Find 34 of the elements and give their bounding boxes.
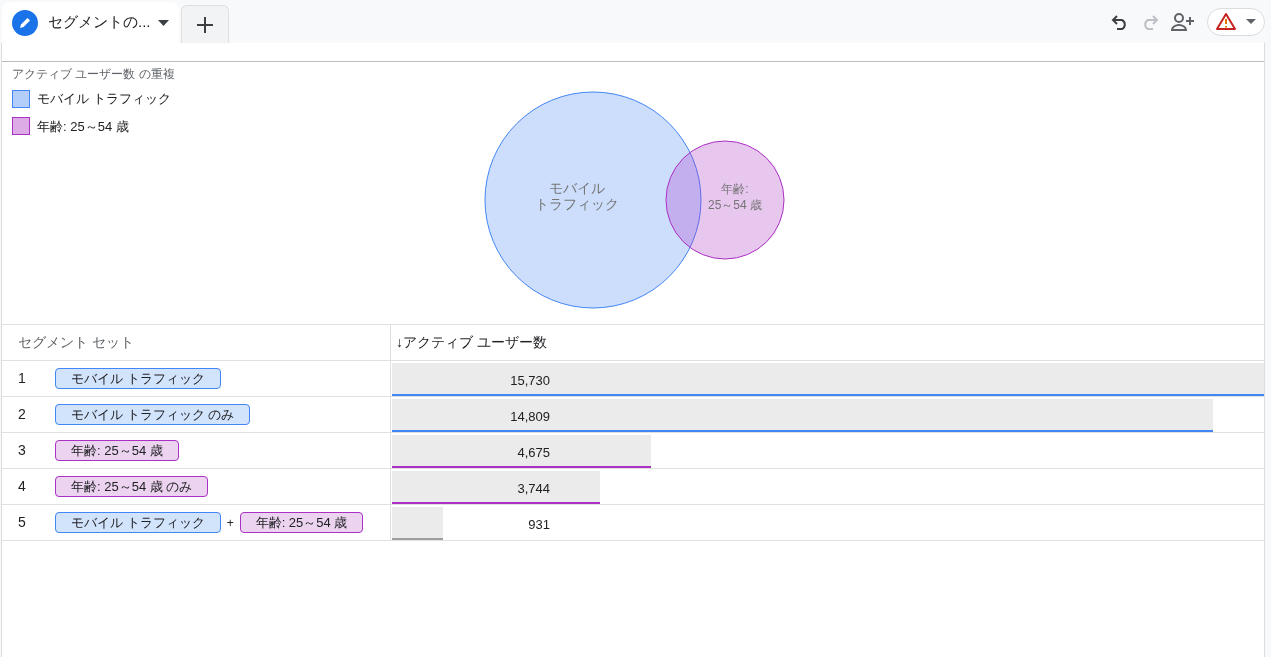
segment-chip: 年齢: 25～54 歳 のみ	[55, 476, 209, 497]
row-number: 4	[18, 477, 27, 496]
pencil-icon	[12, 9, 38, 36]
warning-icon	[1216, 13, 1236, 30]
column-header: セグメント セット	[18, 333, 134, 352]
caret-icon	[1246, 18, 1256, 25]
legend-label: 年齢: 25～54 歳	[37, 117, 129, 136]
add-user-icon[interactable]	[1171, 12, 1195, 31]
caret-icon	[158, 19, 169, 26]
value-cell-text: 931	[528, 516, 550, 534]
value-cell-text: 15,730	[510, 372, 550, 390]
undo-icon[interactable]	[1111, 13, 1129, 30]
row-number: 5	[18, 513, 27, 532]
plus-icon	[196, 15, 214, 34]
segment-chip: 年齢: 25～54 歳	[55, 440, 179, 461]
value-cell-text: 14,809	[510, 408, 550, 426]
row-number: 1	[18, 369, 27, 388]
segment-chip: モバイル トラフィック	[55, 368, 221, 389]
venn-label: 年齢: 25～54 歳	[708, 182, 762, 212]
segment-chip: 年齢: 25～54 歳	[239, 512, 364, 533]
column-header[interactable]: ↓アクティブ ユーザー数	[396, 332, 547, 353]
venn-label: モバイル トラフィック	[535, 180, 619, 212]
add-tab-button[interactable]	[181, 5, 229, 43]
row-number: 3	[18, 441, 27, 460]
warning-dropdown[interactable]	[1207, 7, 1265, 36]
segment-chip: モバイル トラフィック	[55, 512, 221, 533]
value-cell-text: 4,675	[517, 444, 550, 462]
chart-title: アクティブ ユーザー数 の重複	[12, 66, 175, 83]
row-number: 2	[18, 405, 27, 424]
plus-sign: +	[226, 514, 234, 532]
legend-label: モバイル トラフィック	[37, 90, 171, 108]
tab[interactable]: セグメントの...	[2, 2, 179, 43]
segment-chip: モバイル トラフィック のみ	[55, 404, 251, 425]
value-cell-text: 3,744	[517, 480, 550, 498]
